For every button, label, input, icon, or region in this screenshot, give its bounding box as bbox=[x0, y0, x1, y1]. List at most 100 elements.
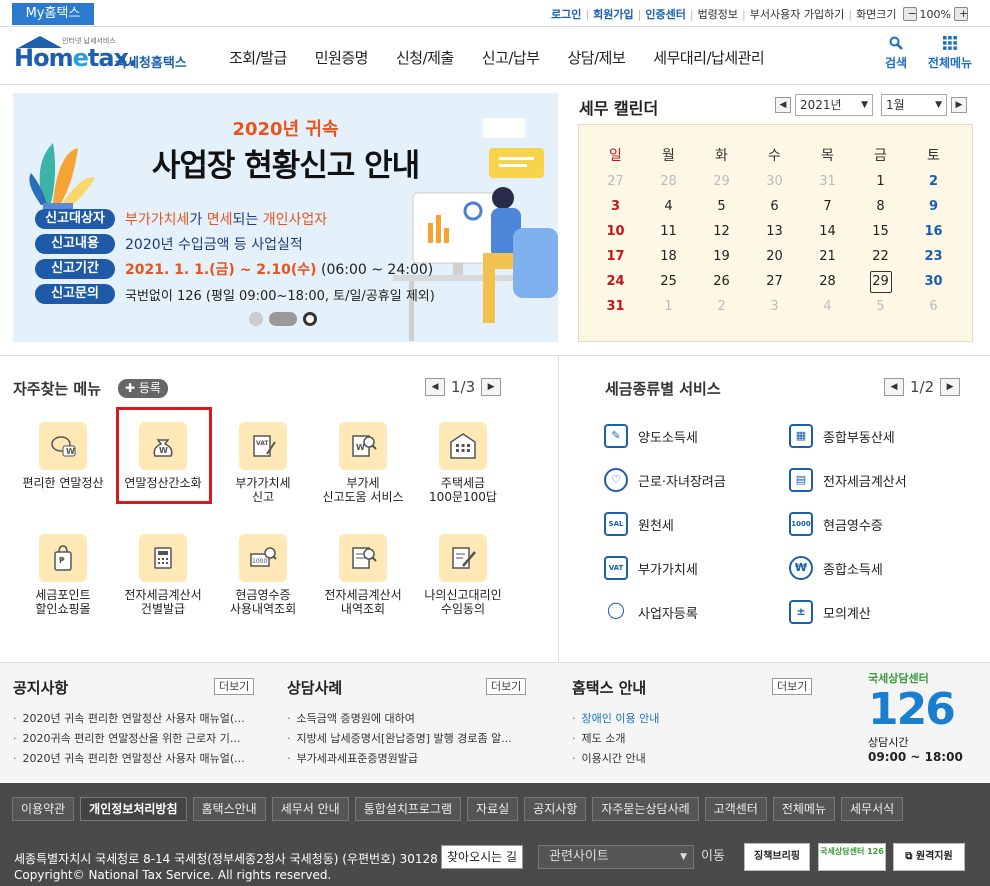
favorite-item[interactable]: 나의신고대리인 수임동의 bbox=[413, 534, 513, 616]
calendar-day[interactable]: 20 bbox=[748, 244, 801, 269]
calendar-day[interactable]: 5 bbox=[854, 294, 907, 319]
calendar-day[interactable]: 26 bbox=[695, 269, 748, 294]
calendar-day[interactable]: 28 bbox=[642, 169, 695, 194]
all-menu-button[interactable]: 전체메뉴 bbox=[924, 36, 976, 71]
footer-link-installer[interactable]: 통합설치프로그램 bbox=[354, 797, 462, 821]
calendar-day[interactable]: 22 bbox=[854, 244, 907, 269]
service-prev-button[interactable]: ◀ bbox=[884, 378, 904, 396]
calendar-day[interactable]: 5 bbox=[695, 194, 748, 219]
notice-item[interactable]: 2020귀속 편리한 연말정산을 위한 근로자 기... bbox=[13, 729, 245, 749]
favorite-item[interactable]: W 부가세 신고도움 서비스 bbox=[313, 422, 413, 504]
nav-item-inquiry[interactable]: 조회/발급 bbox=[215, 47, 301, 68]
calendar-day[interactable]: 30 bbox=[748, 169, 801, 194]
calendar-day[interactable]: 6 bbox=[907, 294, 960, 319]
favorite-item[interactable]: 주택세금 100문100답 bbox=[413, 422, 513, 504]
notice-item[interactable]: 2020년 귀속 편리한 연말정산 사용자 매뉴얼(... bbox=[13, 749, 245, 769]
favorite-prev-button[interactable]: ◀ bbox=[425, 378, 445, 396]
guide-item[interactable]: 제도 소개 bbox=[572, 729, 659, 749]
calendar-day[interactable]: 11 bbox=[642, 219, 695, 244]
directions-button[interactable]: 찾아오시는 길 bbox=[441, 845, 524, 869]
calendar-day[interactable]: 9 bbox=[907, 194, 960, 219]
call-center-badge[interactable]: 국세상담센터 126 bbox=[818, 843, 886, 871]
calendar-day[interactable]: 3 bbox=[589, 194, 642, 219]
login-link[interactable]: 로그인 bbox=[547, 6, 585, 22]
favorite-item[interactable]: 1000 현금영수증 사용내역조회 bbox=[213, 534, 313, 616]
hometax-logo[interactable]: 인터넷 납세서비스 Hometax. 국세청홈택스 bbox=[12, 36, 197, 76]
calendar-day[interactable]: 28 bbox=[801, 269, 854, 294]
calendar-day[interactable]: 31 bbox=[801, 169, 854, 194]
calendar-day[interactable]: 29 bbox=[695, 169, 748, 194]
month-select[interactable]: 1월 bbox=[881, 94, 947, 116]
calendar-day[interactable]: 14 bbox=[801, 219, 854, 244]
footer-link-about[interactable]: 홈택스안내 bbox=[192, 797, 266, 821]
consult-case-item[interactable]: 소득금액 증명원에 대하여 bbox=[287, 709, 512, 729]
calendar-day[interactable]: 18 bbox=[642, 244, 695, 269]
service-next-button[interactable]: ▶ bbox=[940, 378, 961, 396]
promo-banner[interactable]: 2020년 귀속 사업장 현황신고 안내 신고대상자 부가가치세가 면세되는 개… bbox=[13, 93, 558, 342]
service-item-vat[interactable]: VAT 부가가치세 bbox=[604, 556, 698, 580]
banner-dot-2[interactable] bbox=[269, 312, 297, 326]
service-item-income-tax[interactable]: ₩ 종합소득세 bbox=[789, 556, 883, 580]
calendar-day[interactable]: 15 bbox=[854, 219, 907, 244]
notice-more-button[interactable]: 더보기 bbox=[214, 678, 255, 695]
banner-stop-button[interactable] bbox=[303, 312, 317, 326]
nav-item-agent[interactable]: 세무대리/납세관리 bbox=[639, 47, 778, 68]
calendar-day[interactable]: 13 bbox=[748, 219, 801, 244]
nav-item-filing[interactable]: 신고/납부 bbox=[468, 47, 554, 68]
footer-link-customer-center[interactable]: 고객센터 bbox=[704, 797, 767, 821]
calendar-day[interactable]: 4 bbox=[801, 294, 854, 319]
calendar-day[interactable]: 7 bbox=[801, 194, 854, 219]
favorite-item[interactable]: ₱ 세금포인트 할인쇼핑몰 bbox=[13, 534, 113, 616]
favorite-add-button[interactable]: ✚ 등록 bbox=[118, 379, 168, 398]
favorite-item[interactable]: W 편리한 연말정산 bbox=[13, 422, 113, 490]
footer-link-all-menu[interactable]: 전체메뉴 bbox=[772, 797, 836, 821]
service-item-earned-income[interactable]: ♡ 근로·자녀장려금 bbox=[604, 468, 726, 492]
consult-case-item[interactable]: 지방세 납세증명서[완납증명] 발행 경로좀 알... bbox=[287, 729, 512, 749]
calendar-day[interactable]: 21 bbox=[801, 244, 854, 269]
policy-briefing-badge[interactable]: 징책브리핑 bbox=[744, 843, 810, 871]
zoom-out-button[interactable]: − bbox=[902, 7, 917, 21]
calendar-day[interactable]: 1 bbox=[642, 294, 695, 319]
nav-item-certificate[interactable]: 민원증명 bbox=[301, 47, 382, 68]
related-sites-select[interactable]: 관련사이트 bbox=[538, 845, 694, 869]
my-hometax-button[interactable]: My홈택스 bbox=[12, 3, 94, 25]
service-item-e-invoice[interactable]: ▤ 전자세금계산서 bbox=[789, 468, 907, 492]
calendar-day[interactable]: 23 bbox=[907, 244, 960, 269]
calendar-day[interactable]: 4 bbox=[642, 194, 695, 219]
nav-item-consult[interactable]: 상담/제보 bbox=[554, 47, 640, 68]
signup-link[interactable]: 회원가입 bbox=[589, 6, 637, 22]
service-item-transfer-tax[interactable]: ✎ 양도소득세 bbox=[604, 424, 698, 448]
calendar-day[interactable]: 6 bbox=[748, 194, 801, 219]
calendar-day[interactable]: 31 bbox=[589, 294, 642, 319]
remote-support-badge[interactable]: ⧉ 원격지원 bbox=[893, 843, 965, 871]
footer-link-library[interactable]: 자료실 bbox=[467, 797, 519, 821]
calendar-day[interactable]: 25 bbox=[642, 269, 695, 294]
service-item-withholding[interactable]: SAL 원천세 bbox=[604, 512, 674, 536]
calendar-day[interactable]: 2 bbox=[907, 169, 960, 194]
search-button[interactable]: 검색 bbox=[876, 36, 916, 71]
year-select[interactable]: 2021년 bbox=[795, 94, 873, 116]
calendar-day[interactable]: 27 bbox=[589, 169, 642, 194]
calendar-day[interactable]: 27 bbox=[748, 269, 801, 294]
calendar-day[interactable]: 24 bbox=[589, 269, 642, 294]
footer-link-faq[interactable]: 자주묻는상담사례 bbox=[592, 797, 699, 821]
calendar-day[interactable]: 10 bbox=[589, 219, 642, 244]
favorite-item[interactable]: VAT 부가가치세 신고 bbox=[213, 422, 313, 504]
notice-item[interactable]: 2020년 귀속 편리한 연말정산 사용자 매뉴얼(... bbox=[13, 709, 245, 729]
calendar-day[interactable]: 1 bbox=[854, 169, 907, 194]
footer-link-privacy[interactable]: 개인정보처리방침 bbox=[80, 797, 187, 821]
service-item-business-registration[interactable]: ◯ 사업자등록 bbox=[604, 600, 698, 624]
favorite-next-button[interactable]: ▶ bbox=[481, 378, 502, 396]
service-item-cash-receipt[interactable]: 1000 현금영수증 bbox=[789, 512, 883, 536]
prev-month-button[interactable]: ◀ bbox=[775, 97, 791, 113]
calendar-day[interactable]: 30 bbox=[907, 269, 960, 294]
calendar-day[interactable]: 19 bbox=[695, 244, 748, 269]
banner-dot-1[interactable] bbox=[249, 312, 263, 326]
calendar-day-today[interactable]: 29 bbox=[854, 269, 907, 294]
calendar-day[interactable]: 8 bbox=[854, 194, 907, 219]
favorite-item[interactable]: 전자세금계산서 건별발급 bbox=[113, 534, 213, 616]
guide-item[interactable]: 장애인 이용 안내 bbox=[572, 709, 660, 729]
calendar-day[interactable]: 17 bbox=[589, 244, 642, 269]
footer-link-terms[interactable]: 이용약관 bbox=[12, 797, 75, 821]
law-info-link[interactable]: 법령정보 bbox=[694, 6, 742, 22]
